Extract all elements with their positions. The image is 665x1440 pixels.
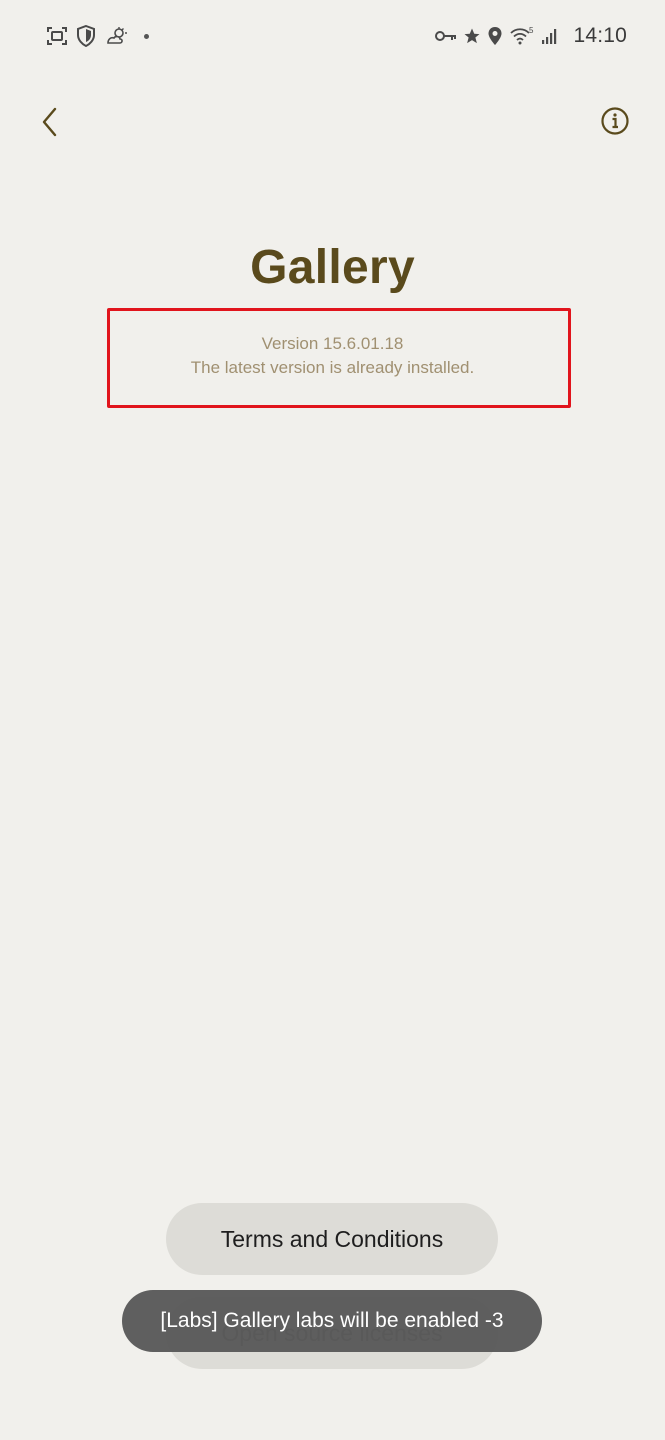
wifi-icon: 5 [509,26,535,46]
status-bar-right-icons: 5 14:10 [435,22,627,50]
toast-message: [Labs] Gallery labs will be enabled -3 [122,1290,542,1352]
status-bar: 5 14:10 [0,0,665,72]
screenshot-icon [46,26,68,46]
info-button[interactable] [592,100,638,146]
app-title: Gallery [250,241,415,294]
weather-icon [104,26,128,46]
star-icon [463,27,481,45]
version-info: Version 15.6.01.18 The latest version is… [0,332,665,380]
vpn-key-icon [435,29,457,43]
status-bar-left-icons [46,24,149,48]
signal-icon [541,27,559,45]
shield-icon [76,25,96,47]
update-status-label: The latest version is already installed. [190,358,475,377]
version-label: Version 15.6.01.18 [261,334,404,353]
terms-and-conditions-button[interactable]: Terms and Conditions [166,1203,498,1275]
chevron-left-icon [40,106,60,143]
notification-dot [144,33,149,39]
wifi-badge: 5 [529,26,534,35]
location-icon [487,26,503,46]
back-button[interactable] [28,100,72,148]
status-time: 14:10 [573,24,627,47]
info-circle-icon [600,106,630,141]
